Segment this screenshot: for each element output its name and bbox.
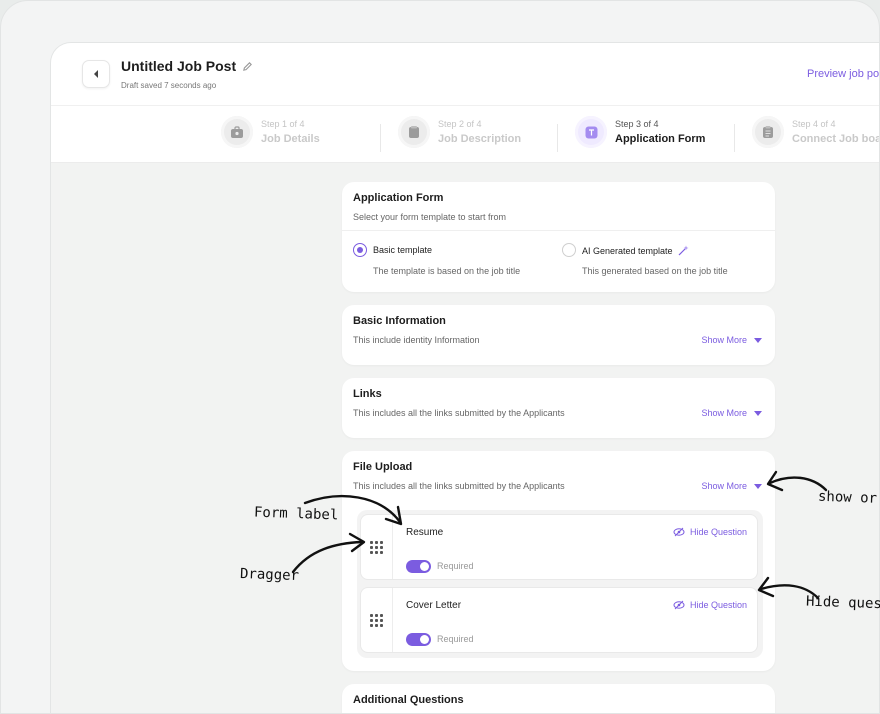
back-button[interactable]	[82, 60, 110, 88]
annotation-dragger: Dragger	[239, 565, 300, 585]
basic-template-label: Basic template	[373, 245, 433, 255]
section-title: Additional Questions	[353, 694, 464, 706]
step-progress-bar: Step 1 of 4 Job Details Step 2 of 4 Job De…	[51, 105, 879, 163]
required-label: Required	[437, 634, 474, 644]
show-more-button[interactable]: Show More	[701, 335, 762, 345]
basic-template-radio[interactable]	[353, 243, 367, 257]
links-card[interactable]: Links This includes all the links submit…	[342, 378, 775, 438]
step-divider	[734, 124, 735, 152]
section-description: Select your form template to start from	[353, 212, 507, 222]
file-upload-card: File Upload This includes all the links …	[342, 451, 775, 671]
page-title: Untitled Job Post	[121, 58, 253, 74]
section-title: Basic Information	[353, 315, 446, 327]
section-description: This includes all the links submitted by…	[353, 481, 565, 491]
top-bar: Untitled Job Post Draft saved 7 seconds …	[51, 43, 879, 105]
annotation-show-or: show or l	[817, 488, 880, 508]
eye-off-icon	[673, 600, 685, 610]
step-divider	[380, 124, 381, 152]
required-toggle[interactable]	[406, 633, 431, 646]
edit-icon[interactable]	[242, 61, 253, 72]
required-label: Required	[437, 561, 474, 571]
drag-handle[interactable]	[361, 515, 393, 579]
annotation-hide-question: Hide quest	[805, 593, 880, 613]
draft-status: Draft saved 7 seconds ago	[121, 81, 217, 90]
question-card-cover-letter: Cover Letter Hide Question Required	[360, 587, 758, 653]
question-list: Resume Hide Question Required Cover Lett…	[357, 510, 763, 658]
required-toggle[interactable]	[406, 560, 431, 573]
job-title: Untitled Job Post	[121, 58, 237, 74]
basic-template-description: The template is based on the job title	[373, 266, 521, 276]
question-card-resume: Resume Hide Question Required	[360, 514, 758, 580]
drag-handle-icon	[370, 540, 383, 554]
section-title: File Upload	[353, 461, 413, 473]
step-job-description[interactable]: Step 2 of 4 Job Description	[398, 116, 521, 148]
chevron-down-icon	[754, 410, 762, 416]
additional-questions-card[interactable]: Additional Questions	[342, 684, 775, 713]
form-icon	[585, 126, 597, 138]
hide-question-button[interactable]: Hide Question	[673, 527, 747, 537]
step-divider	[557, 124, 558, 152]
document-icon	[409, 126, 419, 138]
show-more-button[interactable]: Show More	[701, 408, 762, 418]
question-label: Cover Letter	[406, 600, 462, 611]
annotation-form-label: Form label	[253, 504, 339, 524]
eye-off-icon	[673, 527, 685, 537]
app-window: Untitled Job Post Draft saved 7 seconds …	[51, 43, 879, 713]
step-application-form[interactable]: Step 3 of 4 Application Form	[575, 116, 705, 148]
step-connect-job-boards[interactable]: Step 4 of 4 Connect Job boa	[752, 116, 879, 148]
basic-information-card[interactable]: Basic Information This include identity …	[342, 305, 775, 365]
drag-handle-icon	[370, 613, 383, 627]
section-title: Application Form	[353, 192, 444, 204]
question-label: Resume	[406, 527, 444, 538]
ai-template-radio[interactable]	[562, 243, 576, 257]
section-description: This include identity Information	[353, 335, 480, 345]
ai-template-description: This generated based on the job title	[582, 266, 728, 276]
show-more-button[interactable]: Show More	[701, 481, 762, 491]
briefcase-icon	[231, 125, 243, 138]
hide-question-button[interactable]: Hide Question	[673, 600, 747, 610]
chevron-down-icon	[754, 337, 762, 343]
window-frame: Untitled Job Post Draft saved 7 seconds …	[0, 0, 880, 714]
clipboard-icon	[763, 126, 773, 138]
preview-job-post-link[interactable]: Preview job po	[807, 68, 879, 80]
chevron-left-icon	[94, 70, 98, 78]
section-title: Links	[353, 388, 382, 400]
ai-template-label: AI Generated template	[582, 245, 689, 256]
drag-handle[interactable]	[361, 588, 393, 652]
application-form-card: Application Form Select your form templa…	[342, 182, 775, 292]
section-description: This includes all the links submitted by…	[353, 408, 565, 418]
sparkle-icon	[678, 245, 689, 256]
chevron-down-icon	[754, 483, 762, 489]
divider	[342, 230, 775, 231]
step-job-details[interactable]: Step 1 of 4 Job Details	[221, 116, 320, 148]
